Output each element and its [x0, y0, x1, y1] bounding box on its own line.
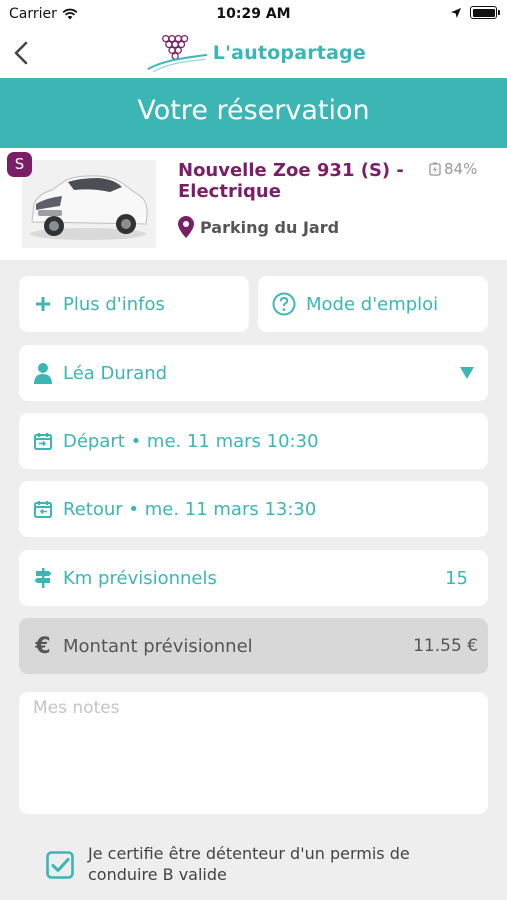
- euro-icon: €: [35, 633, 51, 659]
- grapes-logo-icon: [147, 34, 208, 73]
- app-logo: L'autopartage: [146, 30, 366, 76]
- user-icon: [33, 362, 53, 384]
- certification-text: Je certifie être détenteur d'un permis d…: [88, 844, 410, 884]
- vehicle-battery: 84%: [428, 160, 477, 178]
- location-label: Parking du Jard: [200, 217, 340, 237]
- page-title: Votre réservation: [0, 78, 507, 148]
- dropdown-triangle-icon: [460, 363, 474, 384]
- calendar-depart-icon: [33, 430, 53, 452]
- notes-field[interactable]: [19, 692, 488, 814]
- vehicle-photo: [22, 160, 156, 248]
- more-info-button[interactable]: Plus d'infos: [19, 276, 249, 332]
- driver-name: Léa Durand: [63, 362, 168, 384]
- departure-datetime[interactable]: Départ • me. 11 mars 10:30: [19, 413, 488, 469]
- user-guide-button[interactable]: Mode d'emploi: [258, 276, 488, 332]
- back-chevron-icon: [14, 41, 28, 65]
- more-info-label: Plus d'infos: [63, 293, 165, 315]
- status-bar: Carrier 10:29 AM: [0, 0, 507, 28]
- driver-select[interactable]: Léa Durand: [19, 345, 488, 401]
- estimated-amount: € Montant prévisionnel 11.55 €: [19, 618, 488, 674]
- license-certification: Je certifie être détenteur d'un permis d…: [46, 843, 466, 885]
- vehicle-type-badge: S: [7, 152, 32, 177]
- vehicle-name: Nouvelle Zoe 931 (S) - Electrique: [178, 160, 404, 202]
- navigation-bar: L'autopartage: [0, 28, 507, 78]
- vehicle-card: S Nouvelle Zoe 931 (S) - Electrique 84% …: [0, 148, 507, 260]
- battery-small-icon: [429, 162, 441, 176]
- status-time: 10:29 AM: [216, 6, 291, 22]
- user-guide-label: Mode d'emploi: [306, 293, 439, 315]
- back-button[interactable]: [8, 36, 36, 70]
- calendar-return-icon: [33, 498, 53, 520]
- km-value: 15: [445, 567, 468, 589]
- amount-value: 11.55 €: [413, 636, 478, 656]
- return-datetime[interactable]: Retour • me. 11 mars 13:30: [19, 481, 488, 537]
- amount-label: Montant prévisionnel: [63, 635, 253, 657]
- battery-percent: 84%: [444, 160, 478, 178]
- vehicle-location: Parking du Jard: [178, 216, 339, 238]
- battery-icon: [470, 6, 500, 19]
- location-arrow-icon: [451, 7, 461, 18]
- signpost-icon: [33, 567, 53, 589]
- plus-icon: [33, 293, 53, 315]
- km-label: Km prévisionnels: [63, 567, 217, 589]
- estimated-km[interactable]: Km prévisionnels 15: [19, 550, 488, 606]
- logo-text: L'autopartage: [212, 42, 366, 64]
- map-pin-icon: [178, 216, 194, 238]
- checkbox-checked-icon[interactable]: [46, 851, 74, 879]
- departure-label: Départ • me. 11 mars 10:30: [63, 430, 319, 452]
- return-label: Retour • me. 11 mars 13:30: [63, 498, 317, 520]
- question-circle-icon: [272, 292, 296, 316]
